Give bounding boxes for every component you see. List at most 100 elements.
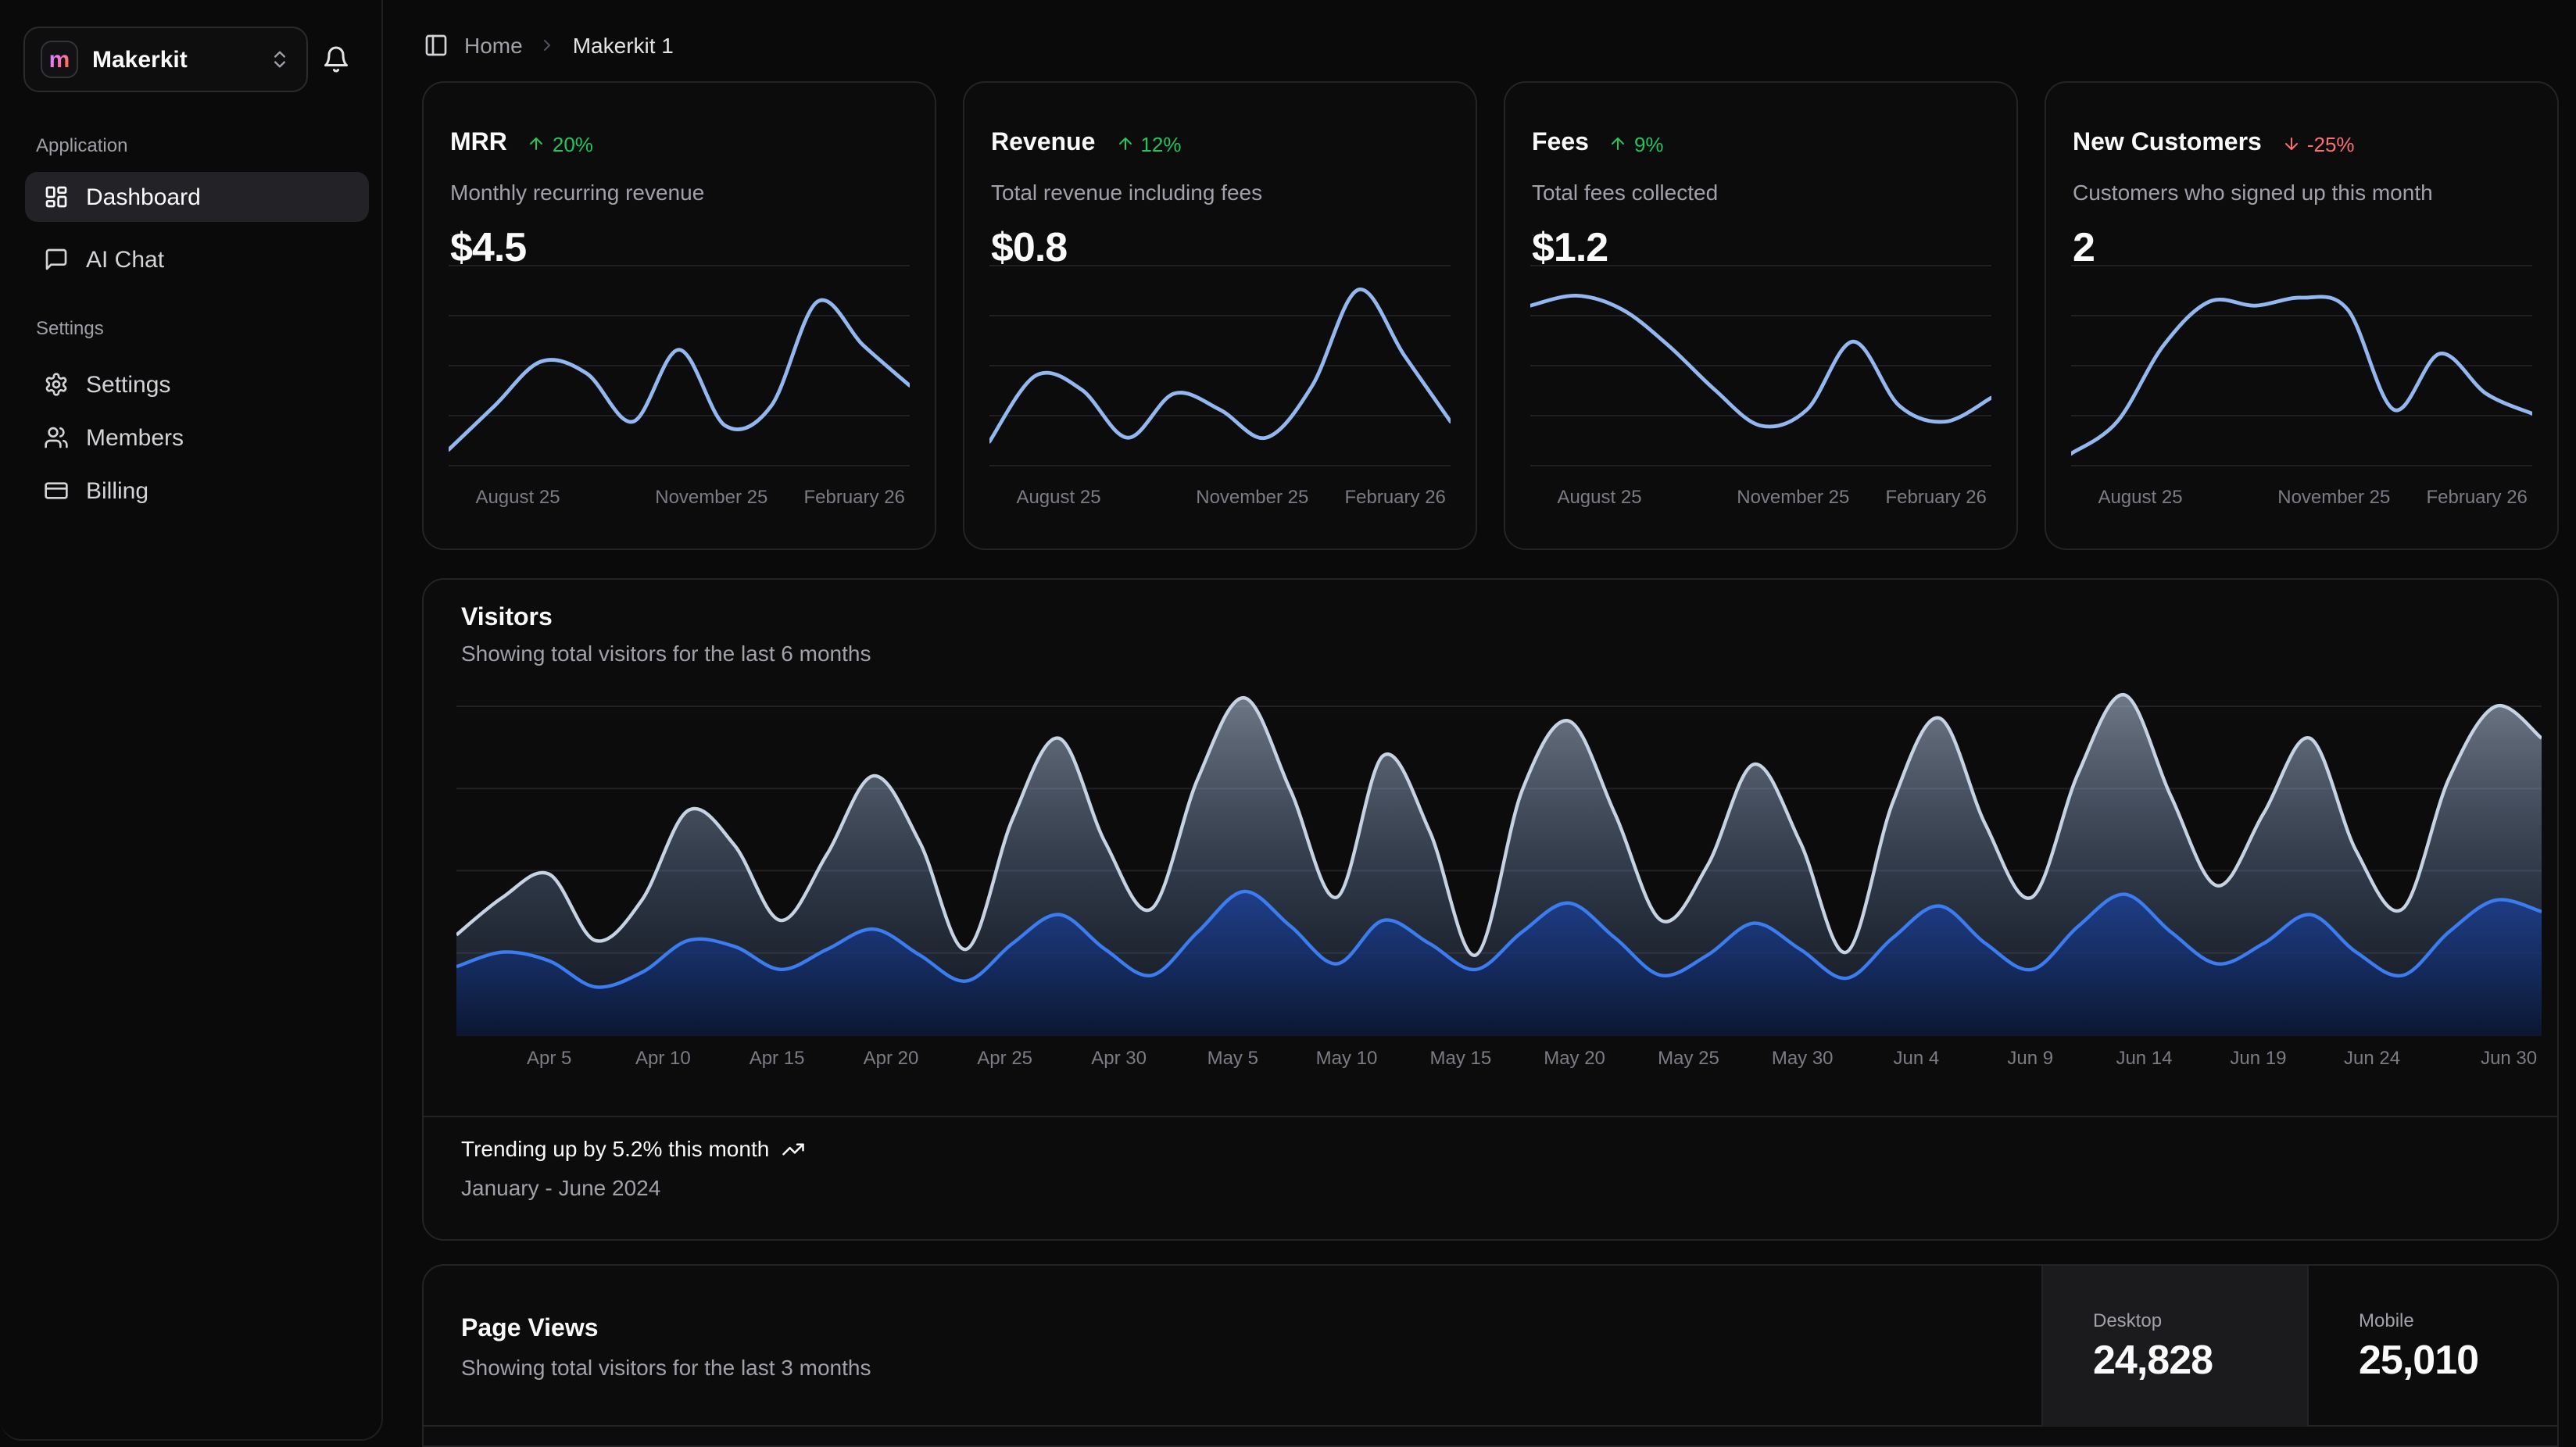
mobile-label: Mobile	[2359, 1309, 2510, 1331]
panel-left-icon	[424, 33, 449, 58]
app-root: m Makerkit Application Dashboard	[0, 0, 2576, 1447]
gear-icon	[44, 372, 69, 397]
stat-subtitle: Customers who signed up this month	[2073, 180, 2433, 205]
stat-subtitle: Total revenue including fees	[991, 180, 1262, 205]
arrow-up-icon	[528, 134, 546, 153]
page-views-header: Page Views Showing total visitors for th…	[424, 1266, 2557, 1427]
nav-section-settings: Settings	[36, 317, 104, 339]
x-tick-label: May 5	[1208, 1047, 1258, 1069]
stat-subtitle: Total fees collected	[1532, 180, 1718, 205]
x-tick-label: Jun 24	[2344, 1047, 2400, 1069]
sidebar-item-label: Billing	[86, 477, 148, 504]
main-content: Home Makerkit 1 MRR 20% Monthly recurrin…	[383, 0, 2576, 1447]
sidebar-item-billing[interactable]: Billing	[25, 466, 369, 516]
sidebar-item-label: Dashboard	[86, 184, 201, 210]
sidebar-item-ai-chat[interactable]: AI Chat	[25, 234, 369, 284]
stat-change-badge: -25%	[2282, 132, 2355, 155]
visitors-title: Visitors	[461, 605, 553, 633]
x-tick-label: May 20	[1544, 1047, 1605, 1069]
users-icon	[44, 425, 69, 450]
stats-row: MRR 20% Monthly recurring revenue $4.5 A…	[422, 81, 2559, 550]
sidebar: m Makerkit Application Dashboard	[0, 0, 383, 1441]
org-logo: m	[41, 41, 78, 78]
visitors-date-range: January - June 2024	[461, 1175, 660, 1200]
x-tick-label: Jun 30	[2481, 1047, 2537, 1069]
stat-card-revenue: Revenue 12% Total revenue including fees…	[963, 81, 1477, 550]
org-row: m Makerkit	[23, 27, 360, 92]
stat-card-fees: Fees 9% Total fees collected $1.2 August…	[1504, 81, 2018, 550]
desktop-value: 24,828	[2093, 1335, 2257, 1384]
credit-card-icon	[44, 478, 69, 503]
x-tick-label: Jun 4	[1893, 1047, 1939, 1069]
mobile-value: 25,010	[2359, 1335, 2510, 1384]
sidebar-toggle-button[interactable]	[424, 33, 449, 58]
page-views-subtitle: Showing total visitors for the last 3 mo…	[461, 1355, 871, 1380]
sparkline-chart	[2071, 258, 2532, 470]
nav-section-application: Application	[36, 134, 127, 156]
trending-up-icon	[782, 1137, 805, 1160]
chevrons-up-down-icon	[269, 48, 291, 70]
x-tick-label: Apr 10	[635, 1047, 691, 1069]
notifications-button[interactable]	[322, 45, 350, 73]
desktop-toggle-button[interactable]: Desktop 24,828	[2041, 1266, 2307, 1427]
stat-change-badge: 9%	[1609, 132, 1664, 155]
arrow-up-icon	[1609, 134, 1628, 153]
arrow-down-icon	[2282, 134, 2301, 153]
stat-title: Fees	[1532, 130, 1589, 158]
message-square-icon	[44, 247, 69, 272]
visitors-area-chart	[456, 689, 2542, 1041]
org-select-button[interactable]: m Makerkit	[23, 27, 308, 92]
stat-title: Revenue	[991, 130, 1095, 158]
sidebar-item-members[interactable]: Members	[25, 413, 369, 463]
stat-change-badge: 20%	[528, 132, 593, 155]
breadcrumb: Home Makerkit 1	[424, 28, 674, 63]
sparkline-x-axis: August 25 November 25 February 26	[989, 486, 1451, 511]
sidebar-item-label: AI Chat	[86, 246, 164, 273]
breadcrumb-current: Makerkit 1	[573, 33, 674, 58]
x-tick-label: Apr 20	[864, 1047, 919, 1069]
x-tick-label: May 10	[1316, 1047, 1378, 1069]
x-tick-label: May 15	[1430, 1047, 1492, 1069]
sidebar-item-dashboard[interactable]: Dashboard	[25, 172, 369, 222]
x-tick-label: Apr 15	[750, 1047, 805, 1069]
stat-title: New Customers	[2073, 130, 2262, 158]
stat-card-new-customers: New Customers -25% Customers who signed …	[2045, 81, 2559, 550]
x-tick-label: Apr 5	[527, 1047, 571, 1069]
stat-change-badge: 12%	[1115, 132, 1181, 155]
x-tick-label: Apr 25	[977, 1047, 1032, 1069]
x-tick-label: May 25	[1658, 1047, 1719, 1069]
org-name: Makerkit	[92, 46, 255, 73]
breadcrumb-home-link[interactable]: Home	[464, 33, 523, 58]
bell-icon	[322, 45, 350, 73]
sparkline-x-axis: August 25 November 25 February 26	[1530, 486, 1991, 511]
sparkline-x-axis: August 25 November 25 February 26	[2071, 486, 2532, 511]
sparkline-chart	[1530, 258, 1991, 470]
stat-card-mrr: MRR 20% Monthly recurring revenue $4.5 A…	[422, 81, 936, 550]
stat-subtitle: Monthly recurring revenue	[450, 180, 704, 205]
sidebar-item-settings[interactable]: Settings	[25, 359, 369, 409]
visitors-trend: Trending up by 5.2% this month	[461, 1136, 805, 1161]
chevron-right-icon	[538, 36, 557, 55]
visitors-subtitle: Showing total visitors for the last 6 mo…	[461, 641, 871, 666]
screenshot-stage: m Makerkit Application Dashboard	[0, 0, 2576, 1447]
visitors-x-axis: Apr 5 Apr 10 Apr 15 Apr 20 Apr 25 Apr 30 May 5…	[456, 1047, 2542, 1072]
x-tick-label: May 30	[1772, 1047, 1834, 1069]
page-views-title: Page Views	[461, 1316, 599, 1344]
x-tick-label: Jun 19	[2230, 1047, 2286, 1069]
sparkline-x-axis: August 25 November 25 February 26	[449, 486, 910, 511]
visitors-footer: Trending up by 5.2% this month January -…	[424, 1116, 2557, 1239]
sparkline-chart	[449, 258, 910, 470]
mobile-toggle-button[interactable]: Mobile 25,010	[2307, 1266, 2559, 1427]
x-tick-label: Apr 30	[1091, 1047, 1147, 1069]
layout-dashboard-icon	[44, 184, 69, 209]
desktop-label: Desktop	[2093, 1309, 2257, 1331]
page-views-card: Page Views Showing total visitors for th…	[422, 1264, 2559, 1447]
org-logo-letter: m	[49, 48, 70, 71]
sidebar-item-label: Settings	[86, 371, 170, 398]
x-tick-label: Jun 14	[2116, 1047, 2172, 1069]
stat-title: MRR	[450, 130, 507, 158]
x-tick-label: Jun 9	[2007, 1047, 2053, 1069]
arrow-up-icon	[1115, 134, 1134, 153]
sparkline-chart	[989, 258, 1451, 470]
visitors-card: Visitors Showing total visitors for the …	[422, 578, 2559, 1241]
